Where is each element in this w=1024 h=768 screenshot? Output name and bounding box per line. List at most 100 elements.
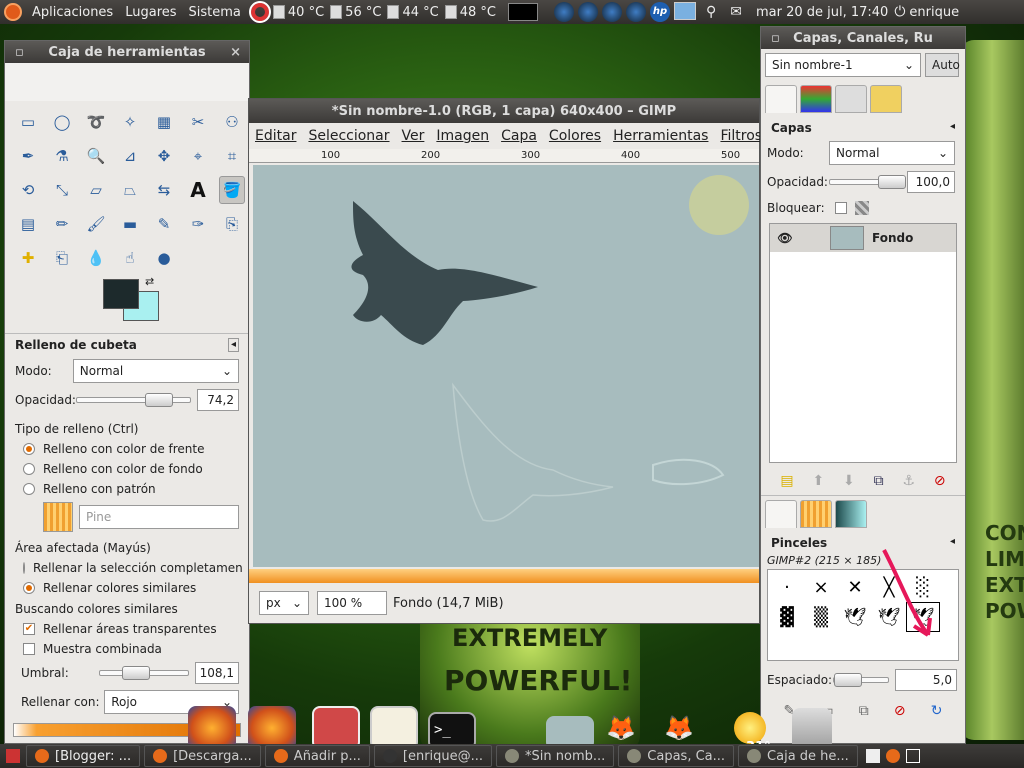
undo-history-tab-icon[interactable] bbox=[870, 85, 902, 113]
crop-icon[interactable]: ⌗ bbox=[219, 142, 245, 170]
flip-icon[interactable]: ⇆ bbox=[151, 176, 177, 204]
system-monitor-graph-icon[interactable] bbox=[507, 3, 538, 21]
checkbox-icon[interactable] bbox=[23, 643, 35, 655]
pencil-notes-icon[interactable] bbox=[673, 2, 696, 20]
unit-combo[interactable]: px ⌄ bbox=[259, 591, 309, 615]
ink-icon[interactable]: ✑ bbox=[185, 210, 211, 238]
sensor-4[interactable]: 48 °C bbox=[444, 5, 496, 20]
sensor-3[interactable]: 44 °C bbox=[387, 5, 439, 20]
sample-merged-option[interactable]: Muestra combinada bbox=[5, 639, 249, 659]
pattern-name[interactable]: Pine bbox=[79, 505, 239, 529]
dodge-burn-icon[interactable]: ● bbox=[151, 244, 177, 272]
ellipse-select-icon[interactable]: ◯ bbox=[49, 108, 75, 136]
help-lifebuoy-icon[interactable] bbox=[248, 1, 271, 23]
new-layer-icon[interactable]: ▤ bbox=[780, 473, 793, 489]
threshold-spin[interactable]: 108,1 bbox=[195, 662, 239, 684]
radio-icon[interactable] bbox=[23, 562, 25, 574]
brushes-tab-icon[interactable] bbox=[765, 500, 797, 528]
blur-icon[interactable]: 💧 bbox=[83, 244, 109, 272]
heal-icon[interactable]: ✚ bbox=[15, 244, 41, 272]
sensor-1[interactable]: 40 °C bbox=[272, 5, 324, 20]
threshold-slider[interactable] bbox=[99, 666, 189, 680]
menu-editar[interactable]: Editar bbox=[249, 128, 302, 144]
layer-row[interactable]: 👁 Fondo bbox=[770, 224, 956, 252]
horizontal-ruler[interactable]: 100 200 300 400 500 bbox=[249, 149, 759, 163]
foreground-color-swatch[interactable] bbox=[103, 279, 139, 309]
shear-icon[interactable]: ▱ bbox=[83, 176, 109, 204]
show-desktop-icon[interactable] bbox=[6, 749, 20, 763]
task-blogger[interactable]: [Blogger: ... bbox=[26, 745, 141, 767]
user-name[interactable]: enrique bbox=[905, 5, 965, 20]
menu-capa[interactable]: Capa bbox=[495, 128, 543, 144]
menu-places[interactable]: Lugares bbox=[119, 5, 182, 20]
toolbox-titlebar[interactable]: ▫ Caja de herramientas × bbox=[5, 41, 249, 63]
mode-combo[interactable]: Normal ⌄ bbox=[72, 359, 239, 383]
image-titlebar[interactable]: *Sin nombre-1.0 (RGB, 1 capa) 640x400 – … bbox=[249, 99, 759, 123]
swirl-icon[interactable] bbox=[577, 2, 598, 22]
firefox-icon[interactable] bbox=[885, 749, 900, 763]
slider-handle[interactable] bbox=[834, 673, 862, 687]
brush-item[interactable]: ✕ bbox=[838, 572, 872, 602]
blend-icon[interactable]: ▤ bbox=[15, 210, 41, 238]
mail-icon[interactable]: ✉ bbox=[730, 4, 742, 20]
layers-tab-icon[interactable] bbox=[765, 85, 797, 113]
task-downloads[interactable]: [Descarga... bbox=[144, 745, 261, 767]
task-toolbox[interactable]: Caja de he... bbox=[738, 745, 858, 767]
image-canvas[interactable] bbox=[253, 165, 759, 567]
rotate-icon[interactable]: ⟲ bbox=[15, 176, 41, 204]
align-icon[interactable]: ⌖ bbox=[185, 142, 211, 170]
task-layers[interactable]: Capas, Ca... bbox=[618, 745, 735, 767]
layer-mode-combo[interactable]: Normal ⌄ bbox=[829, 141, 955, 165]
swirl-icon[interactable] bbox=[601, 2, 622, 22]
checkbox-icon[interactable]: ✔ bbox=[23, 623, 35, 635]
radio-icon[interactable] bbox=[23, 483, 35, 495]
lasso-icon[interactable]: ➰ bbox=[83, 108, 109, 136]
paintbrush-icon[interactable]: 🖌 bbox=[83, 210, 109, 238]
lower-layer-icon[interactable]: ⬇ bbox=[843, 473, 855, 489]
menu-system[interactable]: Sistema bbox=[183, 5, 247, 20]
perspective-icon[interactable]: ⏢ bbox=[117, 176, 143, 204]
opacity-slider[interactable] bbox=[75, 393, 191, 407]
image-select-combo[interactable]: Sin nombre-1 ⌄ bbox=[765, 53, 921, 77]
tab-menu-icon[interactable]: ◂ bbox=[227, 338, 239, 352]
swirl-icon[interactable] bbox=[553, 2, 574, 22]
spacing-slider[interactable] bbox=[833, 673, 889, 687]
zoom-combo[interactable]: 100 % bbox=[317, 591, 387, 615]
scale-icon[interactable]: ⤡ bbox=[49, 176, 75, 204]
task-terminal[interactable]: [enrique@... bbox=[373, 745, 493, 767]
dock-titlebar[interactable]: ▫ Capas, Canales, Ru bbox=[761, 27, 965, 49]
hp-icon[interactable]: hp bbox=[649, 2, 670, 22]
brush-item[interactable]: 🕊 bbox=[838, 602, 872, 632]
auto-button[interactable]: Auto bbox=[925, 53, 960, 77]
duplicate-brush-icon[interactable]: ⧉ bbox=[859, 703, 869, 719]
fill-fg-option[interactable]: Relleno con color de frente bbox=[5, 439, 249, 459]
smudge-icon[interactable]: ☝ bbox=[117, 244, 143, 272]
brush-item[interactable]: × bbox=[804, 572, 838, 602]
window-menu-icon[interactable]: ▫ bbox=[771, 31, 780, 46]
move-icon[interactable]: ✥ bbox=[151, 142, 177, 170]
paths-tab-icon[interactable] bbox=[835, 85, 867, 113]
pin-icon[interactable]: ⚲ bbox=[706, 4, 716, 20]
task-gimp-image[interactable]: *Sin nomb... bbox=[496, 745, 615, 767]
slider-handle[interactable] bbox=[144, 393, 173, 407]
fill-pattern-option[interactable]: Relleno con patrón bbox=[5, 479, 249, 499]
slider-handle[interactable] bbox=[878, 175, 906, 189]
airbrush-icon[interactable]: ✎ bbox=[151, 210, 177, 238]
window-menu-icon[interactable]: ▫ bbox=[15, 45, 24, 60]
eraser-icon[interactable]: ▬ bbox=[117, 210, 143, 238]
menu-imagen[interactable]: Imagen bbox=[430, 128, 495, 144]
zoom-icon[interactable]: 🔍 bbox=[83, 142, 109, 170]
gradients-tab-icon[interactable] bbox=[835, 500, 867, 528]
menu-herramientas[interactable]: Herramientas bbox=[607, 128, 714, 144]
tab-menu-icon[interactable]: ◂ bbox=[950, 536, 955, 550]
menu-ver[interactable]: Ver bbox=[396, 128, 431, 144]
workspace-switcher-icon[interactable] bbox=[905, 749, 920, 763]
opacity-spin[interactable]: 74,2 bbox=[196, 389, 239, 411]
color-picker-icon[interactable]: ⚗ bbox=[49, 142, 75, 170]
fill-selection-option[interactable]: Rellenar la selección completamen bbox=[5, 558, 249, 578]
duplicate-layer-icon[interactable]: ⧉ bbox=[874, 473, 884, 489]
patterns-tab-icon[interactable] bbox=[800, 500, 832, 528]
horizontal-scrollbar[interactable] bbox=[249, 569, 759, 583]
anchor-icon[interactable]: ⚓ bbox=[902, 473, 915, 489]
close-icon[interactable]: × bbox=[230, 45, 241, 60]
